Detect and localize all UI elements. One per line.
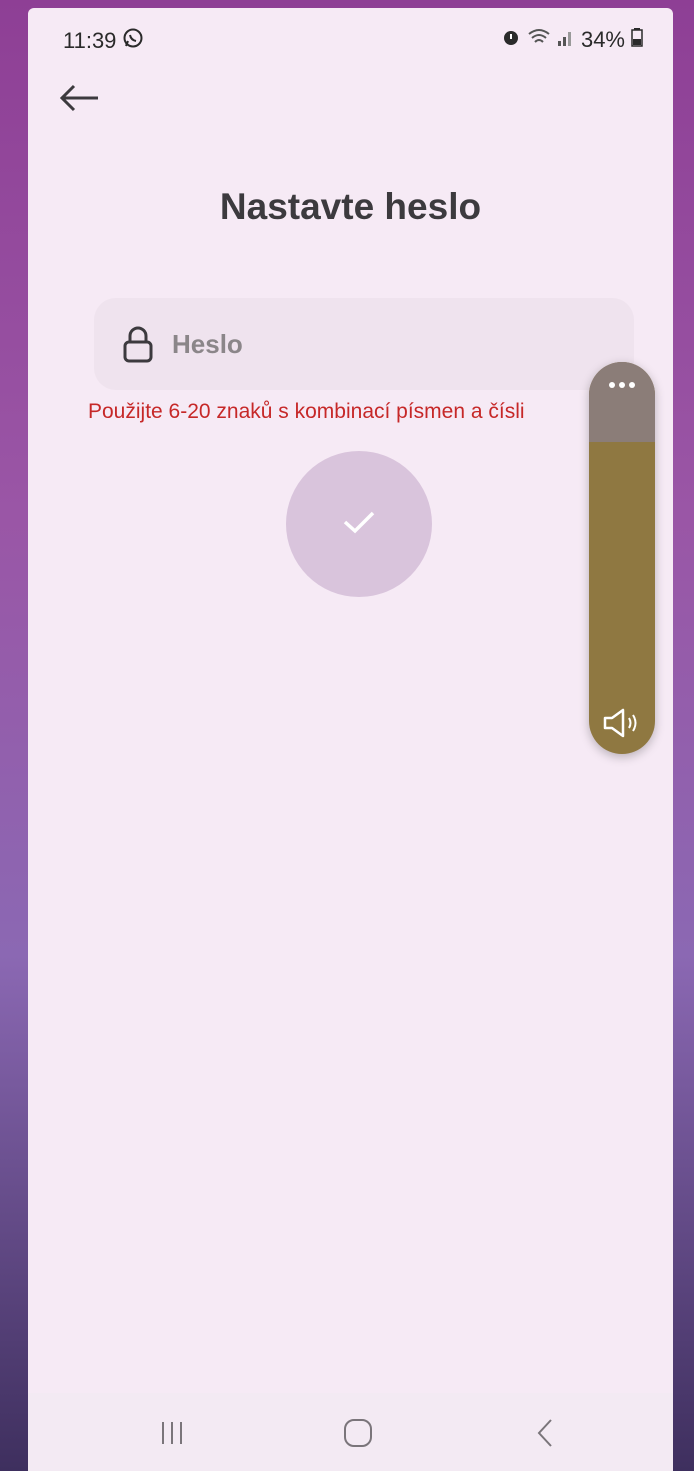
home-icon[interactable] [334, 1411, 382, 1455]
phone-screen: 11:39 34% Nastavte heslo Použijte 6-20 z… [28, 8, 673, 1471]
battery-icon [631, 27, 643, 53]
lock-icon [120, 324, 156, 364]
nav-bar [28, 1393, 673, 1471]
back-icon[interactable] [521, 1411, 569, 1455]
status-bar: 11:39 34% [28, 8, 673, 70]
signal-icon [557, 27, 575, 53]
whatsapp-icon [122, 27, 144, 55]
status-icons: 34% [501, 27, 643, 53]
more-dots-icon [609, 382, 635, 442]
recent-apps-icon[interactable] [148, 1411, 196, 1455]
wifi-icon [527, 27, 551, 53]
password-input[interactable] [172, 328, 572, 360]
alarm-icon [501, 27, 521, 53]
volume-more-button[interactable] [589, 362, 655, 442]
page-title: Nastavte heslo [219, 186, 482, 227]
status-time: 11:39 [63, 28, 117, 53]
submit-button[interactable] [286, 451, 432, 597]
status-time-group: 11:39 [63, 27, 144, 55]
battery-text: 34% [580, 27, 625, 52]
checkmark-icon [339, 507, 379, 542]
back-arrow-icon[interactable] [54, 78, 106, 118]
speaker-icon[interactable] [601, 706, 643, 740]
password-hint: Použijte 6-20 znaků s kombinací písmen a… [88, 400, 525, 423]
volume-overlay[interactable] [589, 362, 655, 754]
password-field[interactable] [94, 298, 634, 390]
